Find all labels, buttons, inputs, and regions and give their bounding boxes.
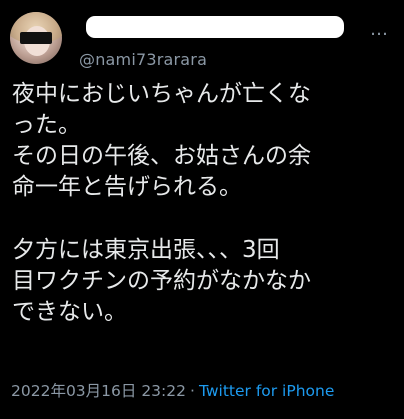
tweet-text-line: その日の午後、お姑さんの余 (12, 143, 311, 169)
tweet-text-line: 夕方には東京出張、、、3回 (12, 237, 280, 263)
more-options-icon[interactable]: … (370, 21, 388, 39)
tweet-text-line: 夜中におじいちゃんが亡くな (12, 81, 311, 107)
tweet-text-line: 目ワクチンの予約がなかなか (12, 268, 311, 294)
timestamp[interactable]: 2022年03月16日 23:22 (11, 382, 186, 400)
source-link[interactable]: Twitter for iPhone (199, 382, 334, 400)
tweet-text: 夜中におじいちゃんが亡くな った。 その日の午後、お姑さんの余 命一年と告げられ… (12, 79, 392, 328)
tweet-text-line: った。 (12, 112, 81, 138)
tweet-card: @nami73rarara … 夜中におじいちゃんが亡くな った。 その日の午後… (0, 0, 404, 419)
tweet-text-line: できない。 (12, 299, 127, 325)
avatar-redaction (20, 32, 52, 44)
display-name-redacted (86, 16, 344, 38)
user-handle[interactable]: @nami73rarara (79, 50, 207, 69)
tweet-text-line: 命一年と告げられる。 (12, 174, 242, 200)
avatar[interactable] (10, 12, 62, 64)
meta-separator: · (190, 382, 195, 400)
tweet-meta: 2022年03月16日 23:22 · Twitter for iPhone (11, 379, 334, 401)
